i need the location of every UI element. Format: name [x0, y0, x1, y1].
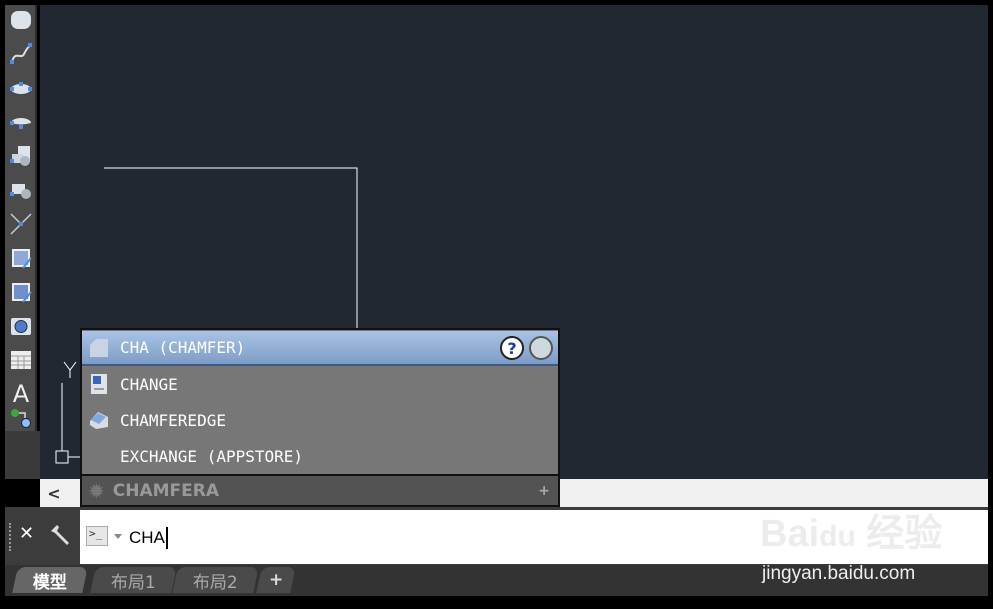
add-layout-button[interactable]: +	[256, 567, 297, 593]
gradient-icon[interactable]	[8, 279, 34, 305]
autocomplete-item-change[interactable]: CHANGE	[82, 366, 558, 402]
ellipse-arc-icon[interactable]	[8, 109, 34, 135]
point-icon[interactable]	[8, 211, 34, 237]
draw-toolbar: A	[5, 5, 37, 431]
multiline-text-icon[interactable]: A	[8, 380, 34, 408]
command-prompt-icon[interactable]: >_	[86, 526, 108, 546]
item-label: CHA (CHAMFER)	[120, 338, 246, 357]
item-label: CHANGE	[120, 374, 178, 394]
tab-layout2[interactable]: 布局2	[172, 567, 259, 593]
expand-plus-icon[interactable]: +	[538, 483, 550, 499]
chamferedge-icon	[90, 412, 108, 429]
footer-label: CHAMFERA	[112, 480, 220, 501]
autocomplete-item-chamferedge[interactable]: CHAMFEREDGE	[82, 402, 558, 438]
region-icon[interactable]	[8, 313, 34, 339]
chamfer-icon	[90, 338, 108, 357]
item-label: EXCHANGE (APPSTORE)	[120, 446, 304, 466]
make-block-icon[interactable]	[8, 177, 34, 203]
autocomplete-item-chamfer[interactable]: CHA (CHAMFER) ?	[82, 331, 558, 366]
autocomplete-item-exchange[interactable]: EXCHANGE (APPSTORE)	[82, 438, 558, 474]
grip-handle[interactable]	[9, 523, 11, 551]
insert-block-icon[interactable]	[8, 143, 34, 169]
add-selected-icon[interactable]	[8, 405, 34, 431]
tab-layout1[interactable]: 布局1	[90, 567, 177, 593]
ellipse-icon[interactable]	[8, 75, 34, 101]
hatch-icon[interactable]	[8, 245, 34, 271]
watermark-url: jingyan.baidu.com	[762, 563, 916, 584]
tab-model[interactable]: 模型	[12, 567, 88, 593]
search-web-icon[interactable]	[529, 336, 553, 360]
drawn-polyline	[104, 167, 358, 328]
toolbar-background	[5, 431, 40, 479]
layout-tabs: 模型 布局1 布局2 + jingyan.baidu.com	[5, 563, 988, 596]
command-text: CHA	[129, 527, 168, 549]
customize-wrench-icon[interactable]	[49, 523, 73, 551]
item-label: CHAMFEREDGE	[120, 410, 226, 430]
command-input[interactable]: >_ CHA Baidu 经验	[80, 510, 988, 564]
spline-icon[interactable]	[8, 41, 34, 67]
table-icon[interactable]	[8, 347, 34, 373]
autocomplete-popup: CHA (CHAMFER) ? CHANGE CHAMFEREDGE EXCHA…	[80, 328, 560, 507]
autocomplete-footer[interactable]: ✹ CHAMFERA +	[82, 474, 558, 505]
close-command-button[interactable]: ✕	[19, 523, 34, 544]
help-icon[interactable]: ?	[500, 336, 524, 360]
gear-icon: ✹	[88, 478, 105, 503]
revision-cloud-icon[interactable]	[8, 7, 34, 33]
change-icon	[91, 374, 107, 394]
recent-commands-dropdown-icon[interactable]	[114, 534, 122, 539]
ucs-icon	[55, 361, 80, 464]
scroll-left-button[interactable]: <	[42, 481, 66, 505]
baidu-watermark-logo: Baidu 经验	[760, 513, 943, 555]
